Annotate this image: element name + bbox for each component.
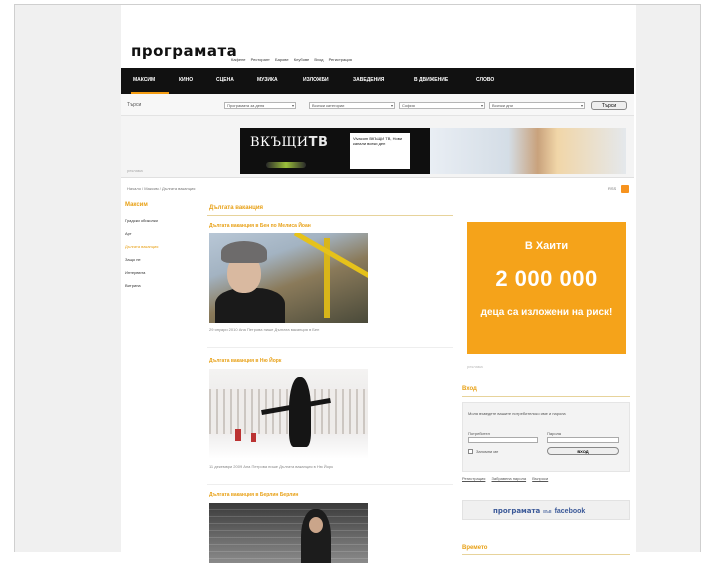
- password-label: Парола: [547, 431, 562, 436]
- facebook-logo: facebook: [554, 508, 586, 515]
- facebook-text: програмата във facebook: [493, 507, 585, 515]
- sidebar-item[interactable]: Витрина: [125, 283, 141, 288]
- post-meta: 11 декември 2009 Ана Петрова пише Дългат…: [209, 464, 333, 469]
- forgot-password-link[interactable]: Забравена парола: [492, 476, 527, 481]
- city-select[interactable]: София ▾: [399, 102, 485, 109]
- post-title-link[interactable]: Дългата ваканция в Бен по Мелиса Йоан: [209, 223, 311, 229]
- banner-title: ВКЪЩИТВ: [250, 135, 328, 150]
- tv-banner[interactable]: ВКЪЩИТВ Vivacom ВКЪЩИ ТВ, Нови канали вс…: [240, 128, 626, 174]
- top-link[interactable]: Барове: [275, 57, 289, 62]
- playground-slide: [293, 233, 368, 281]
- banner-tag: Vivacom ВКЪЩИ ТВ, Нови канали всеки ден: [350, 133, 410, 169]
- login-form: Моля въведете вашите потребителско име и…: [462, 402, 630, 472]
- nav-item-kino[interactable]: КИНО: [179, 77, 193, 83]
- facebook-brand: програмата: [493, 507, 541, 515]
- nav-item-v-dvizhenie[interactable]: В ДВИЖЕНИЕ: [414, 77, 448, 83]
- post-thumbnail[interactable]: [209, 233, 368, 323]
- main-nav: МАКСИМ КИНО СЦЕНА МУЗИКА ИЗЛОЖБИ ЗАВЕДЕН…: [121, 68, 634, 94]
- banner-photo: [430, 128, 626, 174]
- ad-strip: ВКЪЩИТВ Vivacom ВКЪЩИ ТВ, Нови канали вс…: [121, 116, 634, 178]
- sidebar-title: Максим: [125, 202, 148, 208]
- login-instructions: Моля въведете вашите потребителско име и…: [468, 411, 566, 416]
- post-title-link[interactable]: Дългата ваканция в Ню Йорк: [209, 358, 281, 364]
- login-links: Регистрация Забравена парола Въпроси: [462, 476, 553, 481]
- banner-title-text: ВКЪЩИ: [250, 135, 309, 150]
- post-thumbnail[interactable]: [209, 503, 368, 563]
- sidebar-item-active[interactable]: Дългата ваканция: [125, 244, 158, 249]
- password-input[interactable]: [547, 437, 619, 443]
- figure-face: [309, 517, 323, 533]
- ad-label: реклама: [127, 168, 143, 173]
- remember-checkbox[interactable]: [468, 449, 473, 454]
- program-select[interactable]: Програмата за деня ▾: [224, 102, 296, 109]
- top-links: Кафене Ресторант Барове Клубове Вход Рег…: [231, 57, 356, 62]
- top-link[interactable]: Регистрация: [329, 57, 352, 62]
- help-link[interactable]: Въпроси: [532, 476, 548, 481]
- sidebar-item[interactable]: Градски обиколки: [125, 218, 158, 223]
- login-divider: [462, 396, 630, 397]
- charity-line-1: В Хаити: [524, 240, 569, 252]
- chevron-down-icon: ▾: [580, 103, 583, 108]
- figure-cap: [221, 241, 267, 263]
- filter-bar: Търси Програмата за деня ▾ Всички категор…: [121, 94, 634, 116]
- filter-label: Търси: [127, 102, 142, 108]
- post-title-link[interactable]: Дългата ваканция в Берлин Берлин: [209, 492, 298, 498]
- chevron-down-icon: ▾: [291, 103, 294, 108]
- figure-body: [289, 377, 311, 447]
- charity-line-3: деца са изложени на риск!: [480, 307, 613, 318]
- page: програмата Кафене Ресторант Барове Клубо…: [121, 5, 636, 563]
- login-title: Вход: [462, 386, 477, 392]
- rss-label[interactable]: RSS: [608, 186, 616, 191]
- program-select-value: Програмата за деня: [227, 103, 265, 108]
- top-link[interactable]: Вход: [314, 57, 323, 62]
- chevron-down-icon: ▾: [390, 103, 393, 108]
- sidebar-item[interactable]: Арт: [125, 231, 132, 236]
- nav-item-maxim[interactable]: МАКСИМ: [133, 77, 155, 83]
- nav-item-zavedenia[interactable]: ЗАВЕДЕНИЯ: [353, 77, 384, 83]
- sidebar-item[interactable]: Интервюта: [125, 270, 145, 275]
- post-divider: [207, 484, 453, 485]
- red-accent: [235, 429, 241, 441]
- facebook-on: във: [543, 509, 552, 515]
- weather-title: Времето: [462, 545, 488, 551]
- section-title: Дългата ваканция: [209, 205, 264, 211]
- figure-coat: [215, 288, 285, 323]
- nav-item-izlozhbi[interactable]: ИЗЛОЖБИ: [303, 77, 329, 83]
- top-link[interactable]: Кафене: [231, 57, 246, 62]
- post-meta: 29 януари 2010 Ана Петрова пише Дългата …: [209, 327, 320, 332]
- breadcrumb[interactable]: Начало / Максим / Дългата ваканция: [127, 186, 195, 191]
- facebook-banner[interactable]: програмата във facebook: [462, 500, 630, 520]
- nav-item-muzika[interactable]: МУЗИКА: [257, 77, 278, 83]
- stairs: [209, 503, 368, 563]
- charity-ad-label: реклама: [467, 364, 483, 369]
- category-select[interactable]: Всички категории ▾: [309, 102, 395, 109]
- day-select-value: Всички дни: [492, 103, 513, 108]
- charity-banner[interactable]: В Хаити 2 000 000 деца са изложени на ри…: [467, 222, 626, 354]
- remember-label: Запомни ме: [476, 449, 499, 454]
- sidebar-item[interactable]: Защо не: [125, 257, 141, 262]
- chevron-down-icon: ▾: [480, 103, 483, 108]
- login-button[interactable]: ВХОД: [547, 447, 619, 455]
- post-thumbnail[interactable]: [209, 369, 368, 459]
- post-divider: [207, 347, 453, 348]
- username-input[interactable]: [468, 437, 538, 443]
- site-logo[interactable]: програмата: [131, 42, 237, 60]
- charity-line-2: 2 000 000: [495, 266, 598, 291]
- banner-title-tv: ТВ: [308, 135, 329, 150]
- nav-item-slovo[interactable]: СЛОВО: [476, 77, 494, 83]
- banner-glow: [266, 162, 306, 168]
- weather-divider: [462, 554, 630, 555]
- username-label: Потребител: [468, 431, 490, 436]
- register-link[interactable]: Регистрация: [462, 476, 485, 481]
- top-link[interactable]: Клубове: [294, 57, 310, 62]
- red-accent: [251, 433, 256, 442]
- rss-icon[interactable]: [621, 185, 629, 193]
- category-select-value: Всички категории: [312, 103, 345, 108]
- day-select[interactable]: Всички дни ▾: [489, 102, 585, 109]
- nav-item-scena[interactable]: СЦЕНА: [216, 77, 234, 83]
- top-link[interactable]: Ресторант: [251, 57, 270, 62]
- search-button[interactable]: Търси: [591, 101, 627, 110]
- city-select-value: София: [402, 103, 415, 108]
- section-divider: [207, 215, 453, 216]
